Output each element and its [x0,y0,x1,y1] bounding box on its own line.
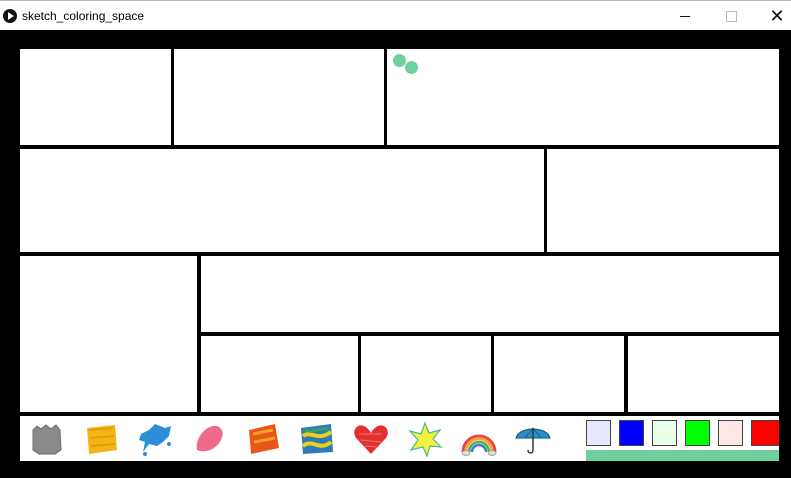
brush-pink[interactable] [189,420,229,458]
minimize-button[interactable] [662,1,708,31]
title-bar: sketch_coloring_space ✕ [0,0,791,30]
comic-panel[interactable] [387,49,779,145]
comic-panel[interactable] [174,49,384,145]
comic-panel[interactable] [201,256,779,332]
processing-app-icon [3,9,17,23]
color-swatch-red[interactable] [751,420,779,446]
comic-panel[interactable] [494,336,624,412]
rainbow-icon [461,434,497,456]
heart-icon [354,425,388,454]
pink-paint-icon [196,425,223,452]
cursor-dot [405,61,418,74]
umbrella-icon [515,427,551,454]
yellow-paint-icon [87,425,117,454]
comic-panel[interactable] [201,336,358,412]
color-swatch-green[interactable] [685,420,710,446]
orange-paint-icon [249,424,279,454]
brush-marble[interactable] [297,420,337,458]
maximize-button[interactable] [708,1,754,31]
comic-panel[interactable] [20,49,171,145]
cursor-dot [393,54,406,67]
color-swatch-blue[interactable] [619,420,644,446]
marble-pattern-icon [301,424,333,454]
star-icon [408,421,443,458]
selected-color-bar [586,450,779,461]
brush-heart[interactable] [351,420,391,458]
comic-panel[interactable] [628,336,779,412]
sketch-canvas[interactable] [0,30,791,478]
window-title: sketch_coloring_space [22,9,145,23]
brush-rainbow[interactable] [459,420,499,458]
gray-paint-icon [32,424,62,455]
brush-yellow[interactable] [81,420,121,458]
comic-panel[interactable] [20,256,197,412]
blue-splash-icon [139,424,171,456]
brush-gray[interactable] [27,420,67,458]
color-swatch-mint[interactable] [652,420,677,446]
color-swatch-pink[interactable] [718,420,743,446]
comic-panel[interactable] [361,336,491,412]
tool-palette [20,416,779,461]
close-button[interactable]: ✕ [754,1,791,31]
comic-panel[interactable] [20,149,544,252]
brush-blue[interactable] [135,420,175,458]
brush-orange[interactable] [243,420,283,458]
brush-umbrella[interactable] [513,420,553,458]
brush-star[interactable] [405,420,445,458]
comic-panel[interactable] [547,149,779,252]
color-swatch-lavender[interactable] [586,420,611,446]
